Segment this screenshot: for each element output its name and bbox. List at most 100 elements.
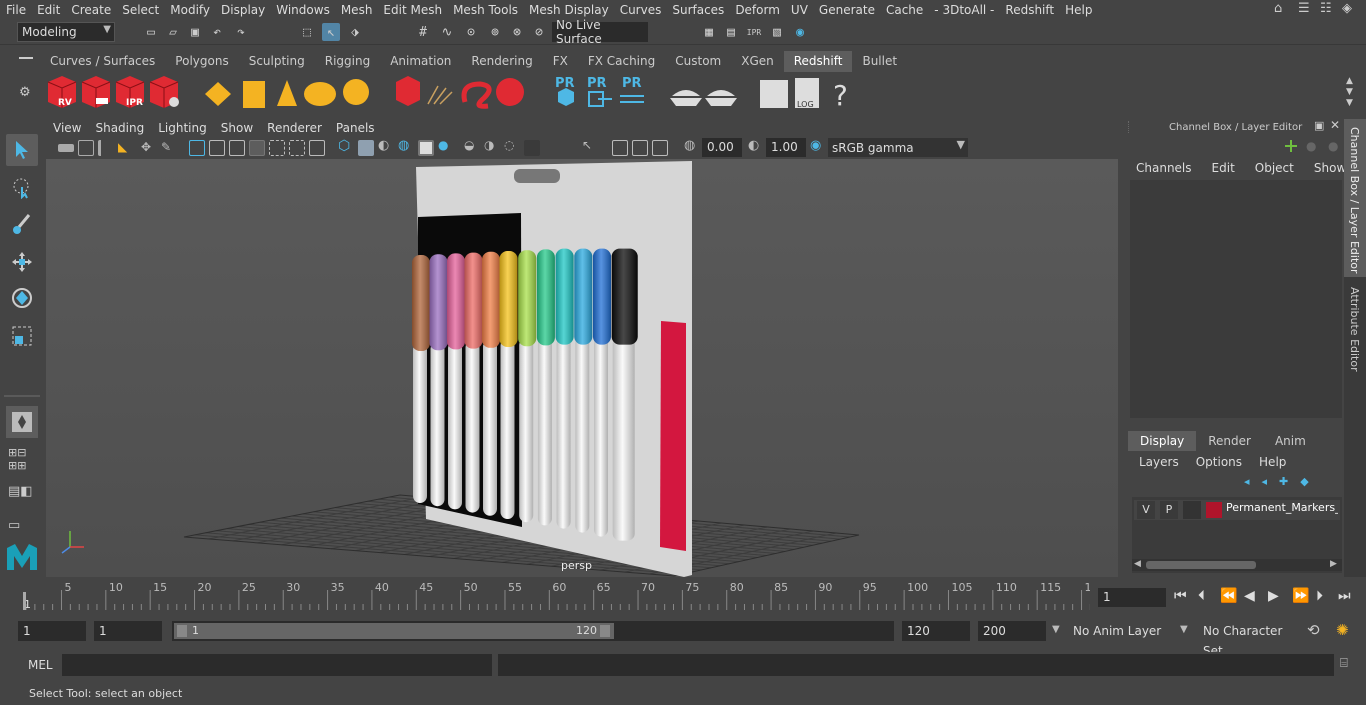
paint-select-tool-icon[interactable] [6, 208, 38, 240]
camera-select-icon[interactable] [58, 144, 74, 152]
help-icon[interactable]: ? [833, 79, 848, 112]
snap-curve-icon[interactable]: ∿ [438, 23, 456, 41]
play-backward-icon[interactable]: ◀ [1244, 588, 1255, 604]
color-management-icon[interactable]: ◉ [810, 138, 826, 154]
menu-curves[interactable]: Curves [614, 3, 667, 17]
panel-menu-panels[interactable]: Panels [329, 119, 382, 138]
menu-help[interactable]: Help [1059, 3, 1097, 17]
layer-list[interactable]: V P Permanent_Markers_12 ◀ ▶ [1132, 497, 1342, 573]
channel-option-icon-2[interactable]: ● [1328, 139, 1338, 153]
single-pane-layout-icon[interactable] [6, 406, 38, 438]
cmd-language-label[interactable]: MEL [28, 658, 53, 672]
image-plane-icon[interactable]: ◣ [118, 140, 134, 156]
shadows-icon[interactable]: ● [438, 138, 454, 154]
pr-export-icon[interactable] [588, 91, 612, 107]
pr-swap-icon[interactable] [620, 95, 644, 103]
tab-curves-surfaces[interactable]: Curves / Surfaces [40, 51, 165, 72]
xray-icon[interactable] [612, 140, 628, 156]
channel-list[interactable] [1130, 180, 1342, 418]
exposure-icon[interactable]: ◍ [684, 138, 700, 154]
current-frame-field[interactable]: 1 [1098, 588, 1166, 607]
live-surface-field[interactable]: No Live Surface [552, 18, 648, 46]
redo-icon[interactable]: ↷ [232, 23, 250, 41]
menu-mesh[interactable]: Mesh [335, 3, 378, 17]
textured-icon[interactable]: ◍ [398, 138, 414, 154]
menu-generate[interactable]: Generate [813, 3, 880, 17]
range-handle-left[interactable] [177, 625, 187, 637]
panel-menu-view[interactable]: View [46, 119, 88, 138]
menu-file[interactable]: File [0, 3, 31, 17]
layer-menu-options[interactable]: Options [1191, 455, 1254, 469]
chevron-down-icon[interactable]: ▼ [1180, 624, 1188, 635]
layer-tab-render[interactable]: Render [1196, 431, 1263, 451]
wireframe-icon[interactable]: ⬡ [338, 138, 354, 154]
render-frame-icon[interactable]: ▦ [700, 23, 718, 41]
layer-action-icons[interactable]: ◂◂✚◆ [1244, 475, 1321, 488]
play-forward-icon[interactable]: ▶ [1268, 588, 1279, 604]
layout-icon[interactable]: ☰ [1298, 1, 1310, 16]
scroll-right-icon[interactable]: ▶ [1330, 559, 1337, 569]
menu-create[interactable]: Create [65, 3, 116, 17]
ipr-render-icon[interactable]: IPR [745, 23, 763, 41]
tab-channel-box[interactable]: Channel Box / Layer Editor [1344, 119, 1366, 277]
menu-3dtoall[interactable]: - 3DtoAll - [928, 3, 999, 17]
time-slider[interactable]: 5 10 15 20 25 30 35 40 45 50 55 60 65 70 75 80 85 90 95 100… [0, 578, 1366, 618]
layer-row[interactable]: V P Permanent_Markers_12 [1134, 500, 1340, 520]
current-time-marker[interactable] [23, 592, 26, 610]
save-scene-icon[interactable]: ▣ [186, 23, 204, 41]
scene[interactable]: persp [46, 159, 1118, 577]
scale-tool-icon[interactable] [6, 320, 38, 352]
step-back-key-icon[interactable]: ⏪ [1220, 588, 1237, 604]
shelf-menu-icon[interactable] [19, 57, 33, 59]
channel-menu-channels[interactable]: Channels [1130, 161, 1206, 175]
range-slider-thumb[interactable]: 1 120 [174, 623, 614, 639]
motion-blur-icon[interactable]: ◑ [484, 138, 500, 154]
layers-icon[interactable]: ◈ [1342, 1, 1352, 16]
script-editor-icon[interactable]: ⌸ [1340, 656, 1348, 671]
grid-icon[interactable] [189, 140, 205, 156]
tab-animation[interactable]: Animation [380, 51, 461, 72]
tab-polygons[interactable]: Polygons [165, 51, 238, 72]
close-icon[interactable]: ✕ [1330, 118, 1340, 132]
chevron-down-icon[interactable]: ▼ [1052, 624, 1060, 635]
tab-attribute-editor[interactable]: Attribute Editor [1344, 281, 1366, 376]
transform-icon[interactable] [1284, 139, 1298, 153]
mode-dropdown[interactable]: Modeling ▼ [17, 22, 115, 42]
menu-windows[interactable]: Windows [270, 3, 335, 17]
side-by-side-layout-icon[interactable]: ▤◧ [8, 484, 33, 499]
layer-menu-help[interactable]: Help [1254, 455, 1298, 469]
tab-fx[interactable]: FX [543, 51, 578, 72]
step-forward-icon[interactable]: ⏵ [1316, 588, 1323, 604]
bookmarks-icon[interactable] [98, 140, 114, 156]
rs-curve-icon[interactable] [461, 81, 492, 109]
snap-view-icon[interactable]: ⊚ [486, 23, 504, 41]
lasso-tool-icon[interactable] [6, 172, 38, 204]
anim-layer-dropdown[interactable]: No Anim Layer [1068, 621, 1176, 641]
safe-action-icon[interactable] [289, 140, 305, 156]
step-forward-key-icon[interactable]: ⏩ [1292, 588, 1309, 604]
layer-display-type[interactable] [1183, 501, 1201, 519]
rs-dome-light-icon[interactable] [304, 82, 336, 106]
rs-settings-icon[interactable] [149, 76, 179, 108]
safe-title-icon[interactable] [309, 140, 325, 156]
snap-live-icon[interactable]: ⊘ [530, 23, 548, 41]
resolution-gate-icon[interactable] [229, 140, 245, 156]
snap-point-icon[interactable]: ⊙ [462, 23, 480, 41]
snap-surface-icon[interactable]: ⊗ [508, 23, 526, 41]
tab-fx-caching[interactable]: FX Caching [578, 51, 665, 72]
scroll-thumb[interactable] [1146, 561, 1256, 569]
isolate-select-icon[interactable]: ↖ [582, 138, 598, 154]
channel-menu-object[interactable]: Object [1249, 161, 1308, 175]
move-tool-icon[interactable] [6, 246, 38, 278]
float-icon[interactable]: ▣ [1314, 119, 1324, 132]
xray-joints-icon[interactable] [632, 140, 648, 156]
four-pane-layout-icon[interactable]: ⊞⊟ ⊞⊞ [8, 446, 26, 472]
rs-hair-icon[interactable] [427, 85, 453, 105]
layer-scrollbar[interactable]: ◀ ▶ [1132, 559, 1342, 571]
range-handle-right[interactable] [600, 625, 610, 637]
layer-color-swatch[interactable] [1206, 502, 1222, 518]
layer-tab-display[interactable]: Display [1128, 431, 1197, 451]
menu-edit[interactable]: Edit [31, 3, 65, 17]
menu-display[interactable]: Display [215, 3, 270, 17]
gamma-field[interactable]: 1.00 [766, 138, 806, 157]
